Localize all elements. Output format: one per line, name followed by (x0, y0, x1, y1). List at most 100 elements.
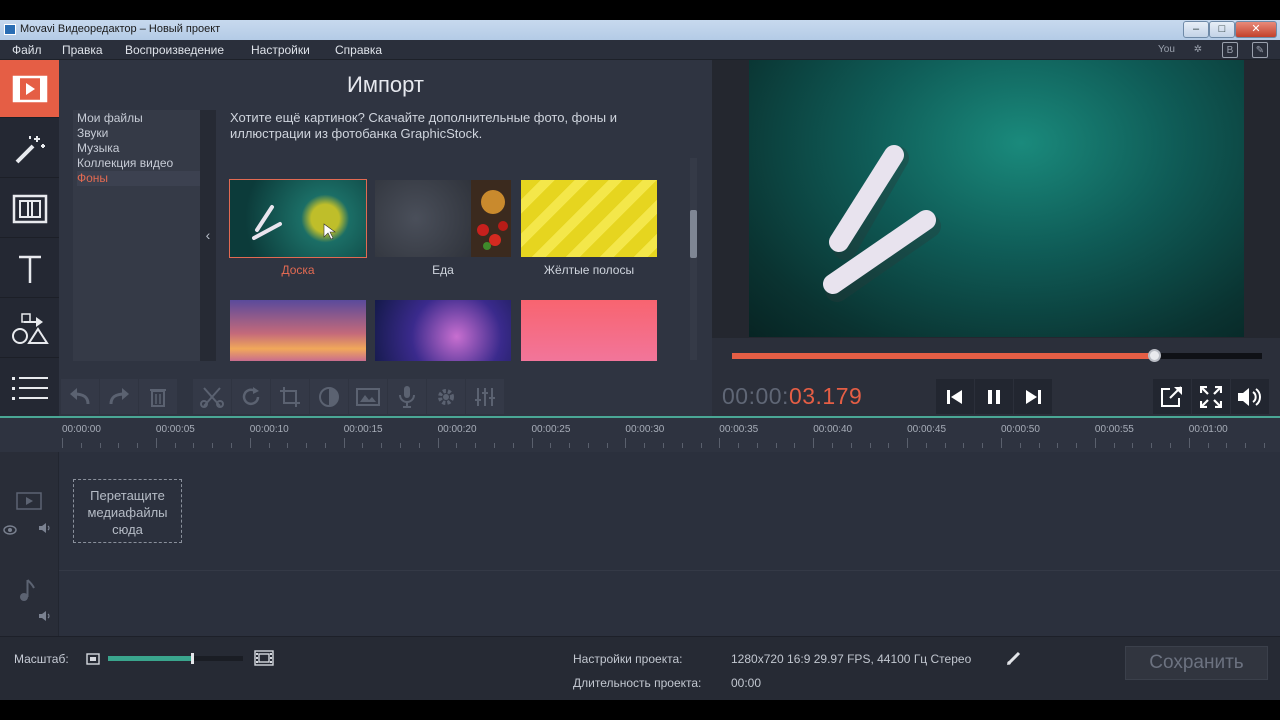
ruler-tick (944, 443, 946, 448)
image-icon[interactable] (349, 379, 387, 414)
project-duration-label: Длительность проекта: (573, 676, 702, 690)
thumbnail-galaxy[interactable] (375, 300, 511, 361)
timeline-ruler[interactable]: 00:00:00 00:00:05 00:00:10 00:00:15 00:00:20… (0, 416, 1280, 452)
titles-icon[interactable] (0, 240, 59, 298)
timecode-dim: 00:00: (722, 383, 789, 409)
ruler-tick (531, 438, 533, 448)
ruler-tick (888, 443, 890, 448)
seek-bar[interactable] (712, 338, 1280, 376)
category-music[interactable]: Музыка (77, 141, 212, 156)
ruler-tick (756, 443, 758, 448)
seek-handle[interactable] (1148, 349, 1162, 362)
zoom-in-icon[interactable] (254, 650, 274, 671)
scrollbar-thumb[interactable] (690, 210, 697, 258)
menu-file[interactable]: Файл (12, 43, 42, 57)
menu-playback[interactable]: Воспроизведение (125, 43, 224, 57)
ruler-tick (569, 443, 571, 448)
ruler-tick (982, 443, 984, 448)
fullscreen-icon[interactable] (1192, 379, 1230, 414)
thumbnail-food[interactable] (375, 180, 511, 257)
minimize-button[interactable]: ‒ (1183, 21, 1209, 38)
menu-bar: Файл Правка Воспроизведение Настройки Сп… (0, 40, 1280, 60)
seek-track[interactable] (732, 349, 1262, 362)
ruler-tick (625, 438, 627, 448)
collapse-panel-button[interactable]: ‹ (200, 110, 216, 361)
color-adjust-icon[interactable] (310, 379, 348, 414)
save-button[interactable]: Сохранить (1125, 646, 1268, 680)
thumbnail-chalkboard[interactable] (229, 179, 367, 258)
thumbnail-pink-gradient[interactable] (521, 300, 657, 361)
category-my-files[interactable]: Мои файлы (77, 111, 212, 126)
ruler-tick (813, 438, 815, 448)
ruler-label: 00:00:10 (249, 424, 289, 435)
import-media-icon[interactable] (0, 60, 59, 118)
redo-icon[interactable] (100, 379, 138, 414)
magic-wand-filters-icon[interactable] (0, 120, 59, 178)
close-button[interactable]: ✕ (1235, 21, 1277, 38)
thumbnail-sunset-blur[interactable] (230, 300, 366, 361)
vk-icon[interactable]: B (1222, 42, 1238, 58)
menu-help[interactable]: Справка (335, 43, 382, 57)
ruler-tick (869, 443, 871, 448)
ruler-tick (831, 443, 833, 448)
website-icon[interactable]: ✎ (1252, 42, 1268, 58)
edit-pencil-icon[interactable] (1006, 650, 1022, 671)
more-tools-icon[interactable] (0, 360, 59, 418)
youtube-icon[interactable]: You (1158, 42, 1175, 58)
rotate-icon[interactable] (232, 379, 270, 414)
equalizer-icon[interactable] (466, 379, 504, 414)
settings-icon[interactable] (427, 379, 465, 414)
ruler-tick (137, 443, 139, 448)
ruler-tick (644, 443, 646, 448)
zoom-out-icon[interactable] (86, 652, 100, 670)
odnoklassniki-icon[interactable]: ✲ (1190, 42, 1206, 58)
gallery-scrollbar[interactable] (690, 158, 697, 360)
ruler-tick (1245, 443, 1247, 448)
playback-controls: 00:00:03.179 (712, 376, 1280, 416)
ruler-tick (775, 443, 777, 448)
ruler-tick (606, 443, 608, 448)
category-video-collection[interactable]: Коллекция видео (77, 156, 212, 171)
crop-icon[interactable] (271, 379, 309, 414)
project-settings-value: 1280x720 16:9 29.97 FPS, 44100 Гц Стерео (731, 652, 972, 666)
stickers-shapes-icon[interactable] (0, 300, 59, 358)
record-voice-icon[interactable] (388, 379, 426, 414)
thumbnail-label: Жёлтые полосы (543, 263, 635, 277)
category-sounds[interactable]: Звуки (77, 126, 212, 141)
ruler-label: 00:00:45 (907, 424, 947, 435)
edit-toolbar (59, 376, 712, 416)
cut-icon[interactable] (193, 379, 231, 414)
ruler-tick (719, 438, 721, 448)
ruler-tick (362, 443, 364, 448)
ruler-tick (212, 443, 214, 448)
timecode: 00:00:03.179 (722, 383, 862, 410)
export-frame-icon[interactable] (1153, 379, 1191, 414)
next-icon[interactable] (1014, 379, 1052, 414)
category-backgrounds[interactable]: Фоны (77, 171, 212, 186)
maximize-button[interactable]: □ (1209, 21, 1235, 38)
media-drop-zone[interactable]: Перетащите медиафайлы сюда (73, 479, 182, 543)
menu-edit[interactable]: Правка (62, 43, 103, 57)
ruler-tick (907, 438, 909, 448)
audio-mute-icon[interactable] (38, 609, 52, 627)
visibility-eye-icon[interactable] (3, 522, 17, 540)
ruler-tick (343, 438, 345, 448)
menu-settings[interactable]: Настройки (251, 43, 310, 57)
zoom-slider[interactable] (108, 653, 243, 664)
ruler-tick (268, 443, 270, 448)
ruler-tick (1263, 443, 1265, 448)
ruler-tick (1057, 443, 1059, 448)
video-mute-icon[interactable] (38, 521, 52, 539)
ruler-tick (587, 443, 589, 448)
volume-icon[interactable] (1231, 379, 1269, 414)
ruler-label: 00:00:15 (343, 424, 383, 435)
previous-icon[interactable] (936, 379, 974, 414)
ruler-tick (231, 443, 233, 448)
transitions-icon[interactable] (0, 180, 59, 238)
zoom-handle[interactable] (190, 653, 194, 664)
undo-icon[interactable] (61, 379, 99, 414)
delete-icon[interactable] (139, 379, 177, 414)
pause-icon[interactable] (975, 379, 1013, 414)
thumbnail-yellow-stripes[interactable] (521, 180, 657, 257)
ruler-label: 00:01:00 (1188, 424, 1228, 435)
